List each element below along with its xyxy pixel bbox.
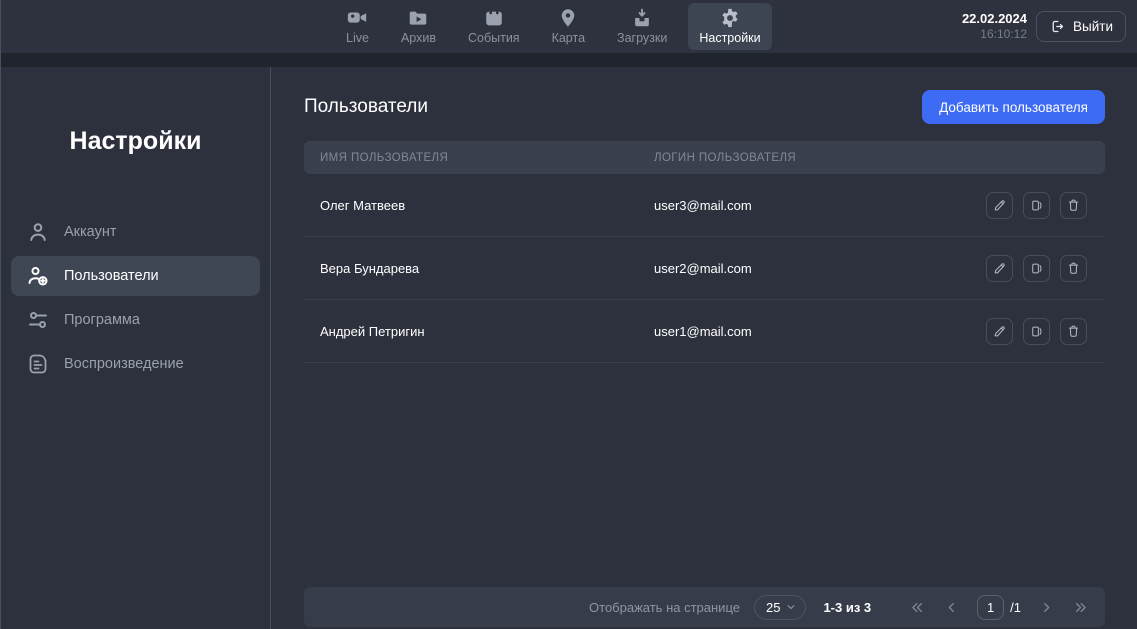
row-actions xyxy=(986,255,1105,282)
trash-icon xyxy=(1066,198,1081,213)
user-name: Вера Бундарева xyxy=(304,261,654,276)
sliders-icon xyxy=(26,308,50,332)
first-page-button[interactable] xyxy=(909,599,926,616)
top-bar: Live Архив События Карта xyxy=(1,0,1137,53)
nav-label: Настройки xyxy=(699,31,760,45)
nav-item-events[interactable]: События xyxy=(457,3,531,50)
table-row: Андрей Петригин user1@mail.com xyxy=(304,300,1105,363)
topbar-right: 22.02.2024 16:10:12 Выйти xyxy=(962,11,1137,42)
chevron-left-icon xyxy=(943,599,960,616)
current-time: 16:10:12 xyxy=(962,27,1027,42)
edit-user-button[interactable] xyxy=(986,255,1013,282)
prev-page-button[interactable] xyxy=(943,599,960,616)
row-actions xyxy=(986,318,1105,345)
chevron-down-icon xyxy=(785,601,797,613)
sidebar-title: Настройки xyxy=(1,127,270,156)
delete-user-button[interactable] xyxy=(1060,255,1087,282)
copy-user-button[interactable] xyxy=(1023,192,1050,219)
gear-icon xyxy=(719,7,741,29)
per-page-value: 25 xyxy=(766,600,780,615)
map-pin-icon xyxy=(557,7,579,29)
nav-item-map[interactable]: Карта xyxy=(541,3,596,50)
nav-label: Карта xyxy=(552,31,585,45)
user-name: Андрей Петригин xyxy=(304,324,654,339)
current-page-box[interactable]: 1 xyxy=(977,595,1004,620)
edit-icon xyxy=(992,198,1007,213)
nav-label: Live xyxy=(346,31,369,45)
sidebar-item-label: Аккаунт xyxy=(64,224,116,240)
sidebar-item-playback[interactable]: Воспроизведение xyxy=(11,344,260,384)
logout-label: Выйти xyxy=(1073,19,1113,34)
trash-icon xyxy=(1066,261,1081,276)
sidebar-menu: Аккаунт Пользователи Программа Воспроизв… xyxy=(1,212,270,384)
copy-user-button[interactable] xyxy=(1023,255,1050,282)
video-camera-icon xyxy=(346,7,368,29)
column-header-login: ЛОГИН ПОЛЬЗОВАТЕЛЯ xyxy=(654,152,1105,164)
copy-icon xyxy=(1029,324,1044,339)
table-row: Олег Матвеев user3@mail.com xyxy=(304,174,1105,237)
download-icon xyxy=(631,7,653,29)
sidebar-item-account[interactable]: Аккаунт xyxy=(11,212,260,252)
user-login: user3@mail.com xyxy=(654,198,986,213)
logout-button[interactable]: Выйти xyxy=(1036,11,1126,42)
delete-user-button[interactable] xyxy=(1060,192,1087,219)
topbar-divider-strip xyxy=(1,53,1137,67)
double-chevron-right-icon xyxy=(1072,599,1089,616)
sidebar-item-users[interactable]: Пользователи xyxy=(11,256,260,296)
nav-label: Архив xyxy=(401,31,436,45)
nav-item-archive[interactable]: Архив xyxy=(390,3,447,50)
logout-icon xyxy=(1049,18,1066,35)
per-page-select[interactable]: 25 xyxy=(754,595,806,620)
chevron-right-icon xyxy=(1038,599,1055,616)
sidebar-item-program[interactable]: Программа xyxy=(11,300,260,340)
last-page-button[interactable] xyxy=(1072,599,1089,616)
copy-icon xyxy=(1029,198,1044,213)
delete-user-button[interactable] xyxy=(1060,318,1087,345)
settings-sidebar: Настройки Аккаунт Пользователи Программа… xyxy=(1,67,271,629)
datetime: 22.02.2024 16:10:12 xyxy=(962,11,1027,42)
sidebar-item-label: Программа xyxy=(64,312,140,328)
trash-icon xyxy=(1066,324,1081,339)
edit-icon xyxy=(992,261,1007,276)
column-header-name: ИМЯ ПОЛЬЗОВАТЕЛЯ xyxy=(304,152,654,164)
playback-document-icon xyxy=(26,352,50,376)
user-login: user2@mail.com xyxy=(654,261,986,276)
row-actions xyxy=(986,192,1105,219)
double-chevron-left-icon xyxy=(909,599,926,616)
range-label: 1-3 из 3 xyxy=(823,600,871,615)
sidebar-item-label: Воспроизведение xyxy=(64,356,184,372)
main-content: Пользователи Добавить пользователя ИМЯ П… xyxy=(271,67,1137,629)
sidebar-item-label: Пользователи xyxy=(64,268,159,284)
edit-user-button[interactable] xyxy=(986,318,1013,345)
edit-icon xyxy=(992,324,1007,339)
per-page-label: Отображать на странице xyxy=(589,600,740,615)
table-row: Вера Бундарева user2@mail.com xyxy=(304,237,1105,300)
page-title: Пользователи xyxy=(304,96,428,118)
current-date: 22.02.2024 xyxy=(962,11,1027,27)
archive-folder-icon xyxy=(407,7,429,29)
app-window: Live Архив События Карта xyxy=(0,0,1137,629)
table-header: ИМЯ ПОЛЬЗОВАТЕЛЯ ЛОГИН ПОЛЬЗОВАТЕЛЯ xyxy=(304,141,1105,174)
nav-label: События xyxy=(468,31,520,45)
copy-icon xyxy=(1029,261,1044,276)
nav-label: Загрузки xyxy=(617,31,667,45)
copy-user-button[interactable] xyxy=(1023,318,1050,345)
calendar-icon xyxy=(483,7,505,29)
account-person-icon xyxy=(26,220,50,244)
add-user-button[interactable]: Добавить пользователя xyxy=(922,90,1105,124)
nav-item-downloads[interactable]: Загрузки xyxy=(606,3,678,50)
pagination-bar: Отображать на странице 25 1-3 из 3 1 /1 xyxy=(304,587,1105,627)
total-pages-label: /1 xyxy=(1010,600,1021,615)
pager: 1 /1 xyxy=(909,595,1089,620)
nav-item-live[interactable]: Live xyxy=(335,3,380,50)
edit-user-button[interactable] xyxy=(986,192,1013,219)
user-login: user1@mail.com xyxy=(654,324,986,339)
next-page-button[interactable] xyxy=(1038,599,1055,616)
main-nav: Live Архив События Карта xyxy=(335,0,772,53)
nav-item-settings[interactable]: Настройки xyxy=(688,3,771,50)
user-add-icon xyxy=(26,264,50,288)
user-name: Олег Матвеев xyxy=(304,198,654,213)
